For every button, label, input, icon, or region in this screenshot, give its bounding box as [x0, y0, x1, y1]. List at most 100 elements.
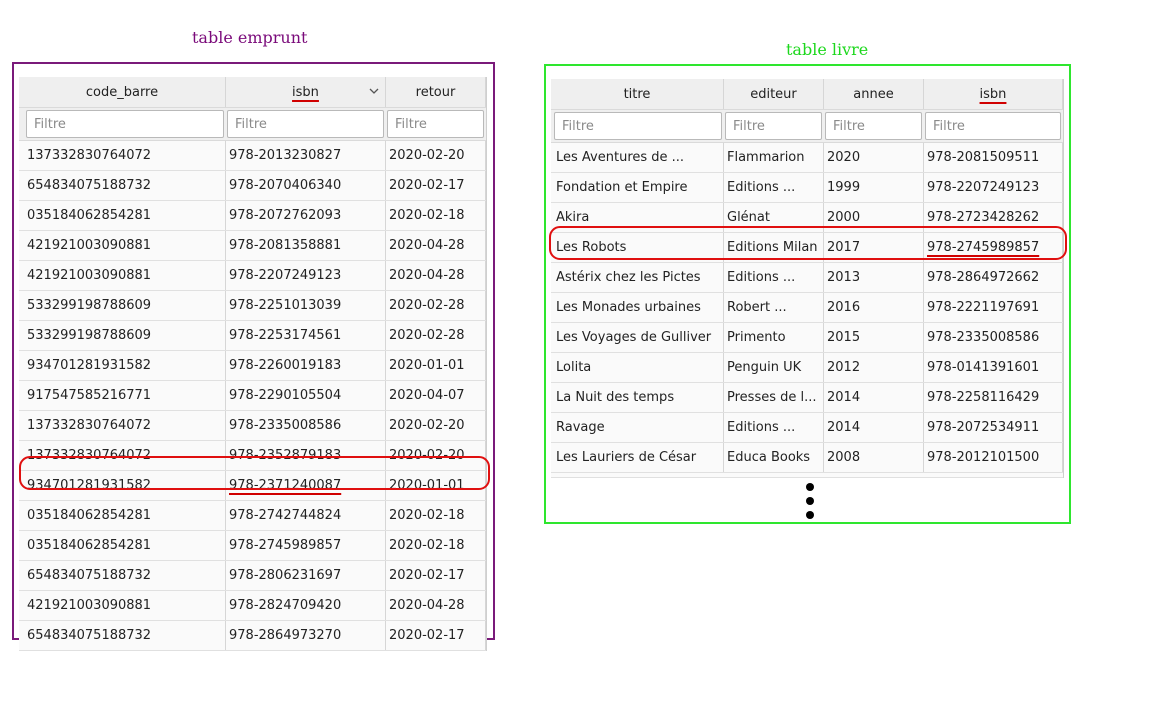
cell-text: 978-2207249123 [229, 268, 342, 283]
cell-editeur: Editions ... [724, 173, 824, 202]
cell-text: Les Aventures de ... [556, 150, 685, 165]
cell-text: 137332830764072 [27, 448, 152, 463]
cell-text: 917547585216771 [27, 388, 152, 403]
cell-text: Les Monades urbaines [556, 300, 701, 315]
filter-input-isbn[interactable] [925, 112, 1061, 140]
table-row[interactable]: 421921003090881 978-2824709420 2020-04-28 [19, 591, 486, 621]
cell-text: 978-2371240087 [229, 478, 342, 493]
cell-text: 2020-02-17 [389, 628, 465, 643]
table-row[interactable]: Akira Glénat 2000 978-2723428262 [551, 203, 1063, 233]
emprunt-rows: 137332830764072 978-2013230827 2020-02-20 6… [19, 141, 486, 651]
table-row[interactable]: 035184062854281 978-2745989857 2020-02-18 [19, 531, 486, 561]
table-row[interactable]: Les Aventures de ... Flammarion 2020 978-20… [551, 143, 1063, 173]
cell-text: 978-2072762093 [229, 208, 342, 223]
emprunt-col-header-code-barre[interactable]: code_barre [19, 77, 226, 107]
livre-col-header-titre[interactable]: titre [551, 79, 724, 109]
filter-input-isbn[interactable] [227, 110, 384, 138]
emprunt-table-caption: table emprunt [192, 28, 308, 47]
filter-input-annee[interactable] [825, 112, 922, 140]
table-row[interactable]: 934701281931582 978-2371240087 2020-01-01 [19, 471, 486, 501]
table-row[interactable]: 421921003090881 978-2081358881 2020-04-28 [19, 231, 486, 261]
table-row[interactable]: Les Voyages de Gulliver Primento 2015 978-2… [551, 323, 1063, 353]
table-row[interactable]: 533299198788609 978-2253174561 2020-02-28 [19, 321, 486, 351]
table-row[interactable]: Les Monades urbaines Robert ... 2016 978-22… [551, 293, 1063, 323]
table-row[interactable]: 533299198788609 978-2251013039 2020-02-28 [19, 291, 486, 321]
cell-isbn: 978-2081509511 [924, 143, 1063, 172]
filter-input-code-barre[interactable] [26, 110, 224, 138]
cell-isbn: 978-2745989857 [924, 233, 1063, 262]
cell-text: 2020-02-20 [389, 148, 465, 163]
table-row[interactable]: 934701281931582 978-2260019183 2020-01-01 [19, 351, 486, 381]
cell-text: Educa Books [727, 450, 811, 465]
cell-editeur: Editions ... [724, 413, 824, 442]
cell-text: Akira [556, 210, 590, 225]
filter-input-retour[interactable] [387, 110, 484, 138]
cell-text: 421921003090881 [27, 268, 152, 283]
cell-isbn: 978-2221197691 [924, 293, 1063, 322]
livre-col-header-isbn[interactable]: isbn [924, 79, 1063, 109]
table-row[interactable]: 654834075188732 978-2070406340 2020-02-17 [19, 171, 486, 201]
table-row[interactable]: Les Robots Editions Milan 2017 978-27459898… [551, 233, 1063, 263]
cell-text: 2020-02-18 [389, 538, 465, 553]
cell-retour: 2020-02-28 [386, 321, 486, 350]
livre-col-header-editeur[interactable]: editeur [724, 79, 824, 109]
table-row[interactable]: 137332830764072 978-2013230827 2020-02-20 [19, 141, 486, 171]
cell-retour: 2020-02-28 [386, 291, 486, 320]
table-row[interactable]: Astérix chez les Pictes Editions ... 2013 9… [551, 263, 1063, 293]
column-header-label: editeur [750, 86, 797, 102]
table-row[interactable]: 137332830764072 978-2352879183 2020-02-20 [19, 441, 486, 471]
cell-code-barre: 137332830764072 [19, 441, 226, 470]
cell-text: 978-2742744824 [229, 508, 342, 523]
livre-col-header-annee[interactable]: annee [824, 79, 924, 109]
cell-text: Editions ... [727, 420, 796, 435]
cell-text: Ravage [556, 420, 605, 435]
table-row[interactable]: 917547585216771 978-2290105504 2020-04-07 [19, 381, 486, 411]
livre-header-row: titre editeur annee isbn [551, 79, 1063, 110]
filter-input-editeur[interactable] [725, 112, 822, 140]
cell-code-barre: 421921003090881 [19, 261, 226, 290]
cell-text: 533299198788609 [27, 328, 152, 343]
table-row[interactable]: 654834075188732 978-2864973270 2020-02-17 [19, 621, 486, 651]
table-row[interactable]: 137332830764072 978-2335008586 2020-02-20 [19, 411, 486, 441]
cell-isbn: 978-2207249123 [924, 173, 1063, 202]
cell-isbn: 978-2824709420 [226, 591, 386, 620]
cell-annee: 2017 [824, 233, 924, 262]
cell-text: 2020-04-28 [389, 268, 465, 283]
emprunt-header-row: code_barre isbn retour [19, 77, 486, 108]
table-row[interactable]: Lolita Penguin UK 2012 978-0141391601 [551, 353, 1063, 383]
table-row[interactable]: La Nuit des temps Presses de l... 2014 978-… [551, 383, 1063, 413]
table-row[interactable]: 421921003090881 978-2207249123 2020-04-28 [19, 261, 486, 291]
emprunt-col-header-isbn[interactable]: isbn [226, 77, 386, 107]
cell-text: 978-2012101500 [927, 450, 1040, 465]
cell-text: 1999 [827, 180, 861, 195]
more-rows-dot [806, 511, 814, 519]
cell-text: Lolita [556, 360, 592, 375]
cell-isbn: 978-2335008586 [226, 411, 386, 440]
cell-isbn: 978-2742744824 [226, 501, 386, 530]
table-row[interactable]: Ravage Editions ... 2014 978-2072534911 [551, 413, 1063, 443]
cell-code-barre: 137332830764072 [19, 141, 226, 170]
table-row[interactable]: Les Lauriers de César Educa Books 2008 978-… [551, 443, 1063, 473]
table-row[interactable]: Fondation et Empire Editions ... 1999 978-2… [551, 173, 1063, 203]
cell-text: 978-2290105504 [229, 388, 342, 403]
filter-input-titre[interactable] [554, 112, 722, 140]
table-row[interactable]: 654834075188732 978-2806231697 2020-02-17 [19, 561, 486, 591]
cell-text: Editions ... [727, 180, 796, 195]
cell-text: 2000 [827, 210, 861, 225]
cell-text: 978-2864972662 [927, 270, 1040, 285]
cell-text: 2020-04-07 [389, 388, 465, 403]
cell-titre: Fondation et Empire [551, 173, 724, 202]
table-row[interactable]: 035184062854281 978-2072762093 2020-02-18 [19, 201, 486, 231]
cell-text: 2020-02-17 [389, 178, 465, 193]
cell-titre: Les Lauriers de César [551, 443, 724, 472]
cell-retour: 2020-01-01 [386, 471, 486, 500]
chevron-down-icon[interactable] [369, 86, 379, 96]
cell-text: Editions ... [727, 270, 796, 285]
cell-isbn: 978-2072762093 [226, 201, 386, 230]
cell-text: 2020 [827, 150, 861, 165]
emprunt-col-header-retour[interactable]: retour [386, 77, 486, 107]
cell-text: 533299198788609 [27, 298, 152, 313]
cell-text: 978-2864973270 [229, 628, 342, 643]
cell-text: Les Lauriers de César [556, 450, 697, 465]
table-row[interactable]: 035184062854281 978-2742744824 2020-02-18 [19, 501, 486, 531]
